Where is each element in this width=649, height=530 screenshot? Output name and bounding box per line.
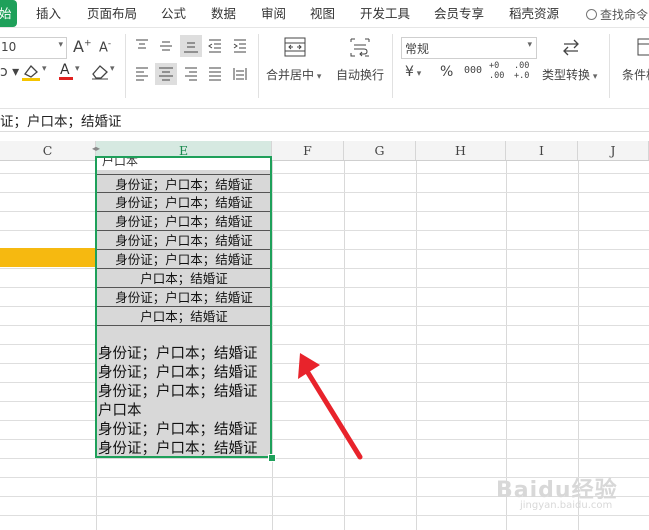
tab-home[interactable]: 始 [0,0,17,27]
type-convert-label: 类型转换 [542,68,591,82]
align-middle-icon[interactable] [158,38,174,57]
decrease-font-icon[interactable]: A- [99,39,111,55]
tab-data[interactable]: 数据 [211,0,236,27]
cell-e-row-large[interactable]: 身份证；户口本；结婚证 [98,345,272,364]
percent-button[interactable]: % [440,64,453,80]
indent-increase-icon[interactable] [232,38,248,57]
cell-e-row[interactable]: 身份证；户口本；结婚证 [96,193,272,212]
search-command-label: 查找命令 [600,8,649,22]
column-header-h[interactable]: H [416,141,506,160]
search-command[interactable]: 查找命令 [586,6,648,23]
wrap-text-button[interactable]: 自动换行 [336,66,384,83]
cell-e-row-large[interactable]: 身份证；户口本；结婚证 [98,383,272,402]
tab-docer[interactable]: 稻壳资源 [509,0,559,27]
increase-decimal-button[interactable]: +0 .00 [489,61,509,81]
cell-e-row-large[interactable]: 身份证；户口本；结婚证 [98,440,272,459]
gridline [416,161,417,530]
align-top-icon[interactable] [134,38,150,57]
align-left-icon[interactable] [134,66,150,85]
font-size-value: 10 [1,40,17,54]
tab-developer[interactable]: 开发工具 [360,0,410,27]
column-header-f[interactable]: F [272,141,344,160]
tab-formulas[interactable]: 公式 [161,0,186,27]
align-right-icon[interactable] [183,66,199,85]
tab-review[interactable]: 审阅 [261,0,286,27]
convert-icon[interactable] [560,37,582,60]
font-size-box[interactable]: 10 ▾ [0,37,67,59]
hidden-column-marker-icon[interactable]: ◂▸ [92,144,100,153]
align-center-icon[interactable] [155,63,177,85]
chevron-down-icon: ▾ [58,40,63,50]
ribbon-divider [258,34,259,98]
partial-cell-text: 户口本 [102,158,139,168]
decrease-decimal-button[interactable]: .00 +.0 [514,61,534,81]
thousands-button[interactable]: 000 [464,65,482,76]
cell-text: 户口本 [98,403,142,419]
increase-font-icon[interactable]: A+ [73,37,92,56]
cell-text: 身份证；户口本；结婚证 [98,346,258,362]
conditional-format-button[interactable]: 条件格 [622,66,649,83]
number-format-value: 常规 [405,42,430,56]
cell-e-row-large[interactable]: 身份证；户口本；结婚证 [98,421,272,440]
search-icon [586,9,597,20]
wrap-text-icon[interactable] [348,36,372,61]
partial-cell-top[interactable]: 户口本 [96,158,272,170]
fill-handle[interactable] [268,454,276,462]
partial-format-icon[interactable]: ɔ ▾ [0,64,19,80]
tab-member[interactable]: 会员专享 [434,0,484,27]
highlighted-cell[interactable] [0,248,96,267]
tab-page-layout[interactable]: 页面布局 [87,0,137,27]
ribbon-divider [392,34,393,98]
cell-e-row-large[interactable]: 身份证；户口本；结婚证 [98,364,272,383]
formula-content[interactable]: 证；户口本；结婚证 [0,110,122,130]
currency-icon[interactable]: ¥ ▾ [405,64,421,80]
tab-insert[interactable]: 插入 [36,0,61,27]
column-header-g[interactable]: G [344,141,416,160]
watermark-url: jingyan.baidu.com [520,500,613,511]
formula-bar[interactable]: 证；户口本；结婚证 [0,109,649,132]
cell-text: 身份证；户口本；结婚证 [98,422,258,438]
chevron-down-icon[interactable]: ▾ [75,64,80,74]
cell-text: 身份证；户口本；结婚证 [98,441,258,457]
merge-center-button[interactable]: 合并居中 ▾ [266,66,321,83]
ribbon: 10 ▾ A+ A- ɔ ▾ ▾ A ▾ ▾ 合并居中 ▾ 自动换行 常规 ▾ … [0,28,649,109]
cell-e-row[interactable]: 身份证；户口本；结婚证 [96,231,272,250]
column-header-i[interactable]: I [506,141,578,160]
cell-e-row[interactable]: 身份证；户口本；结婚证 [96,288,272,307]
chevron-down-icon[interactable]: ▾ [110,64,115,74]
cell-e-row-large[interactable]: 户口本 [98,402,272,421]
chevron-down-icon[interactable]: ▾ [42,64,47,74]
menu-bar: 始 插入 页面布局 公式 数据 审阅 视图 开发工具 会员专享 稻壳资源 查找命… [0,0,649,28]
red-arrow-icon [290,345,370,468]
justify-icon[interactable] [207,66,223,85]
ribbon-divider [125,34,126,98]
ribbon-divider [609,34,610,98]
indent-decrease-icon[interactable] [207,38,223,57]
cell-text: 身份证；户口本；结婚证 [98,365,258,381]
column-header-j[interactable]: J [578,141,649,160]
gridline [0,515,649,516]
merge-center-label: 合并居中 [266,68,315,82]
tab-view[interactable]: 视图 [310,0,335,27]
align-bottom-icon[interactable] [180,35,202,57]
fill-color-icon[interactable] [20,62,42,85]
conditional-format-icon[interactable] [637,37,649,60]
cell-e-row[interactable]: 身份证；户口本；结婚证 [96,212,272,231]
cell-e-row[interactable]: 户口本；结婚证 [96,307,272,326]
column-header-c[interactable]: C [0,141,96,160]
cell-e-row[interactable]: 身份证；户口本；结婚证 [96,250,272,269]
number-format-select[interactable]: 常规 ▾ [401,37,537,59]
merge-cells-icon[interactable] [283,36,307,61]
svg-text:A: A [60,62,70,78]
eraser-icon[interactable] [90,62,110,83]
gridline [272,161,273,530]
distributed-icon[interactable] [232,66,248,85]
cell-text: 身份证；户口本；结婚证 [98,384,258,400]
cell-e-row[interactable]: 户口本；结婚证 [96,269,272,288]
chevron-down-icon: ▾ [527,40,532,50]
type-convert-button[interactable]: 类型转换 ▾ [542,66,597,83]
font-color-icon[interactable]: A [57,60,75,85]
cell-e-row[interactable]: 身份证；户口本；结婚证 [96,174,272,193]
